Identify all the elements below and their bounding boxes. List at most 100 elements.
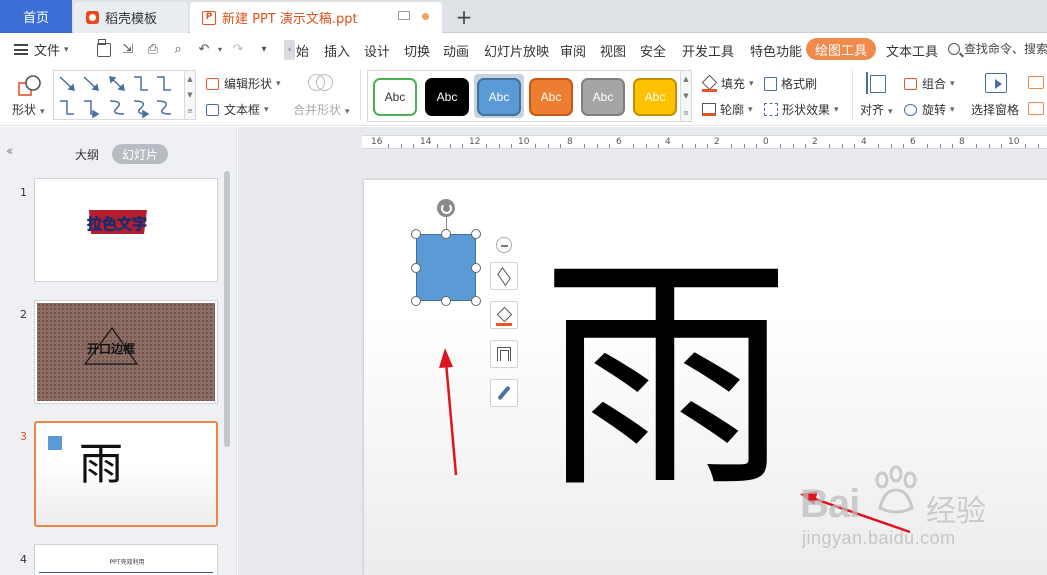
resize-handle-top[interactable] <box>441 229 451 239</box>
rotate-button[interactable]: 旋转 ▾ <box>904 101 955 118</box>
ribbon-divider <box>852 70 853 120</box>
command-search[interactable]: 查找命令、搜索 <box>948 40 1047 57</box>
monitor-icon[interactable] <box>398 11 410 20</box>
baidu-jingyan-watermark: Bai 经验 jingyan.baidu.com <box>800 462 1040 552</box>
chevron-down-icon: ▾ <box>217 45 222 54</box>
quick-access-more[interactable]: ▾ <box>256 42 272 57</box>
style-swatch-gold[interactable]: Abc <box>633 78 677 116</box>
shapes-button[interactable]: 形状 ▾ <box>12 101 45 118</box>
shape-gallery-scroll[interactable]: ▲ ▼ ≡ <box>185 70 196 120</box>
shapes-icon[interactable] <box>18 74 42 96</box>
menu-review[interactable]: 审阅 <box>560 41 586 60</box>
ruler-tick <box>559 144 561 148</box>
save-button[interactable] <box>96 42 112 57</box>
float-layer-button[interactable] <box>490 262 518 290</box>
resize-handle-top-right[interactable] <box>471 229 481 239</box>
tab-home[interactable]: 首页 <box>0 0 72 33</box>
print-button[interactable]: ⎙ <box>145 42 161 57</box>
menu-developer[interactable]: 开发工具 <box>682 41 734 60</box>
align-button[interactable]: 对齐 ▾ <box>860 101 893 118</box>
side-toolbar-icon[interactable] <box>1028 76 1044 89</box>
slide-thumbnail-3[interactable]: 雨 <box>34 421 218 527</box>
menu-insert[interactable]: 插入 <box>324 41 350 60</box>
outline-icon <box>702 103 716 116</box>
group-button[interactable]: 组合 ▾ <box>904 75 955 92</box>
new-tab-button[interactable]: + <box>454 3 474 31</box>
menu-features[interactable]: 特色功能 <box>750 41 802 60</box>
menu-text-tools[interactable]: 文本工具 <box>886 41 938 60</box>
outline-button[interactable]: 轮廓 ▾ <box>702 101 753 118</box>
ruler-tick <box>584 144 586 148</box>
hamburger-icon <box>14 44 28 55</box>
menu-view[interactable]: 视图 <box>600 41 626 60</box>
shape-style-gallery[interactable]: Abc Abc Abc Abc Abc Abc <box>367 70 681 122</box>
selected-rectangle-shape[interactable] <box>416 234 476 301</box>
menu-design[interactable]: 设计 <box>364 41 390 60</box>
undo-dropdown[interactable]: ▾ <box>212 42 228 57</box>
style-swatch-orange[interactable]: Abc <box>529 78 573 116</box>
shape-gallery[interactable] <box>53 70 185 120</box>
format-painter-icon <box>764 76 777 91</box>
format-painter-button[interactable]: 格式刷 <box>764 75 817 92</box>
resize-handle-bottom-right[interactable] <box>471 296 481 306</box>
style-swatch-blue[interactable]: Abc <box>477 78 521 116</box>
file-menu-button[interactable]: 文件 ▾ <box>14 40 69 59</box>
menu-animation[interactable]: 动画 <box>443 41 469 60</box>
tab-outline[interactable]: 大纲 <box>72 144 102 164</box>
style-swatch-grey[interactable]: Abc <box>581 78 625 116</box>
ruler-tick <box>682 144 684 148</box>
menu-drawing-tools[interactable]: 绘图工具 <box>806 38 876 60</box>
ruler-tick <box>388 144 390 148</box>
float-outline-button[interactable] <box>490 340 518 368</box>
style-swatch-black[interactable]: Abc <box>425 78 469 116</box>
float-fill-button[interactable] <box>490 301 518 329</box>
merge-shape-button[interactable]: 合并形状 ▾ <box>293 101 350 118</box>
edit-shape-button[interactable]: 编辑形状 ▾ <box>206 75 281 92</box>
expand-icon: ≡ <box>683 109 689 117</box>
fill-bucket-icon <box>496 309 512 326</box>
chevron-down-icon: ▾ <box>834 104 839 115</box>
collapse-panel-icon[interactable]: ‹‹ <box>6 144 14 159</box>
resize-handle-right[interactable] <box>471 263 481 273</box>
style-swatch-white[interactable]: Abc <box>373 78 417 116</box>
style-gallery-scroll[interactable]: ▲ ▼ ≡ <box>681 70 692 122</box>
resize-handle-bottom[interactable] <box>441 296 451 306</box>
slide-thumbnail-1[interactable]: 拉色文字 <box>34 178 218 282</box>
shape-effect-button[interactable]: 形状效果 ▾ <box>764 101 839 118</box>
undo-button[interactable]: ↶ <box>196 42 212 57</box>
slide-thumbnail-2[interactable]: 开口边框 <box>34 300 218 404</box>
text-box-button[interactable]: 文本框 ▾ <box>206 101 269 118</box>
rotate-handle-icon[interactable] <box>437 199 455 217</box>
ribbon-divider <box>360 70 361 120</box>
redo-button[interactable]: ↷ <box>230 42 246 57</box>
menu-start-partial[interactable]: 始 <box>296 41 309 60</box>
tab-docer-template[interactable]: 稻壳模板 <box>74 2 188 33</box>
slide-thumbnail-4[interactable]: PPT壳效利用 <box>34 544 218 575</box>
resize-handle-top-left[interactable] <box>411 229 421 239</box>
menu-scroll-left[interactable]: ‹ <box>284 40 295 60</box>
fill-button[interactable]: 填充 ▾ <box>702 75 754 92</box>
export-button[interactable]: ⇲ <box>120 42 136 57</box>
float-brush-button[interactable] <box>490 379 518 407</box>
rain-character-text[interactable]: 雨 <box>541 252 791 502</box>
chevron-down-icon: ▾ <box>749 78 754 89</box>
resize-handle-bottom-left[interactable] <box>411 296 421 306</box>
unsaved-dot-icon[interactable] <box>422 13 429 20</box>
collapse-float-toolbar-icon[interactable] <box>496 237 512 253</box>
ruler-tick <box>902 144 904 148</box>
layers-icon <box>497 266 511 286</box>
panel-scrollbar[interactable] <box>224 171 230 447</box>
menu-transition[interactable]: 切换 <box>404 41 430 60</box>
text-box-icon <box>206 103 219 116</box>
selection-pane-button[interactable]: 选择窗格 <box>971 101 1019 118</box>
print-preview-button[interactable]: ⌕ <box>170 42 186 57</box>
tab-slides[interactable]: 幻灯片 <box>112 144 168 164</box>
menu-security[interactable]: 安全 <box>640 41 666 60</box>
ribbon-toolbar: 形状 ▾ ▲ ▼ ≡ 编辑形状 ▾ 文本框 ▾ 合并形状 ▾ Abc Abc A… <box>0 64 1047 126</box>
align-icon <box>866 72 886 94</box>
resize-handle-left[interactable] <box>411 263 421 273</box>
side-toolbar-icon[interactable] <box>1028 102 1044 115</box>
menu-slideshow[interactable]: 幻灯片放映 <box>484 41 549 60</box>
menu-bar: 文件 ▾ ⇲ ⎙ ⌕ ↶ ▾ ↷ ▾ ‹ 始 插入 设计 切换 动画 幻灯片放映… <box>0 34 1047 64</box>
chevron-down-icon: ▾ <box>261 44 267 55</box>
